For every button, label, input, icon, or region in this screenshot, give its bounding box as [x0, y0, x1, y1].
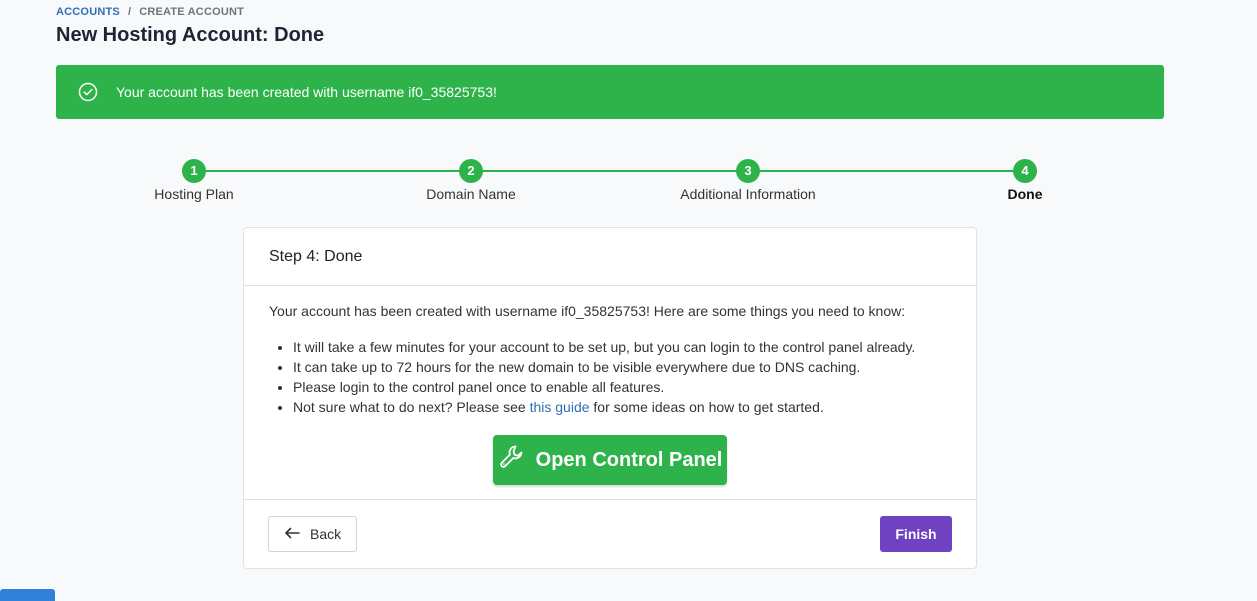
step-label: Done [1007, 186, 1043, 202]
breadcrumb-separator: / [127, 6, 132, 18]
guide-link[interactable]: this guide [530, 399, 590, 415]
guide-text-before: Not sure what to do next? Please see [293, 399, 530, 415]
arrow-left-icon [284, 526, 300, 542]
success-alert-text: Your account has been created with usern… [116, 84, 497, 100]
step-label: Additional Information [680, 186, 816, 202]
step-number-badge: 3 [736, 159, 760, 183]
guide-text-after: for some ideas on how to get started. [589, 399, 824, 415]
progress-stepper: 1 Hosting Plan 2 Domain Name 3 Additiona… [0, 158, 1257, 208]
check-circle-icon [78, 82, 98, 102]
back-label: Back [310, 526, 342, 542]
open-control-panel-label: Open Control Panel [535, 448, 723, 471]
step-hosting-plan: 1 Hosting Plan [94, 158, 294, 202]
step-number-badge: 2 [459, 159, 483, 183]
finish-button[interactable]: Finish [880, 516, 952, 552]
list-item: It will take a few minutes for your acco… [293, 337, 951, 357]
breadcrumb-current: CREATE ACCOUNT [139, 6, 245, 18]
card-footer: Back Finish [244, 500, 976, 568]
done-card: Step 4: Done Your account has been creat… [243, 227, 977, 569]
info-list: It will take a few minutes for your acco… [269, 337, 951, 417]
card-intro: Your account has been created with usern… [269, 303, 906, 319]
help-widget-tab[interactable] [0, 589, 55, 601]
list-item: Please login to the control panel once t… [293, 377, 951, 397]
wrench-icon [498, 443, 526, 477]
card-title: Step 4: Done [244, 228, 976, 286]
breadcrumb: ACCOUNTS / CREATE ACCOUNT [56, 6, 244, 18]
back-button[interactable]: Back [268, 516, 358, 552]
stepper-line [194, 170, 1025, 172]
step-number-badge: 4 [1013, 159, 1037, 183]
step-number-badge: 1 [182, 159, 206, 183]
list-item: It can take up to 72 hours for the new d… [293, 357, 951, 377]
open-control-panel-button[interactable]: Open Control Panel [493, 435, 727, 485]
step-label: Domain Name [426, 186, 516, 202]
card-body: Your account has been created with usern… [244, 286, 976, 500]
step-label: Hosting Plan [154, 186, 234, 202]
breadcrumb-accounts-link[interactable]: ACCOUNTS [56, 6, 120, 18]
list-item-guide: Not sure what to do next? Please see thi… [293, 397, 951, 417]
page-title: New Hosting Account: Done [56, 24, 325, 46]
step-domain-name: 2 Domain Name [371, 158, 571, 202]
step-additional-information: 3 Additional Information [648, 158, 848, 202]
success-alert: Your account has been created with usern… [56, 65, 1164, 119]
step-done: 4 Done [925, 158, 1125, 202]
